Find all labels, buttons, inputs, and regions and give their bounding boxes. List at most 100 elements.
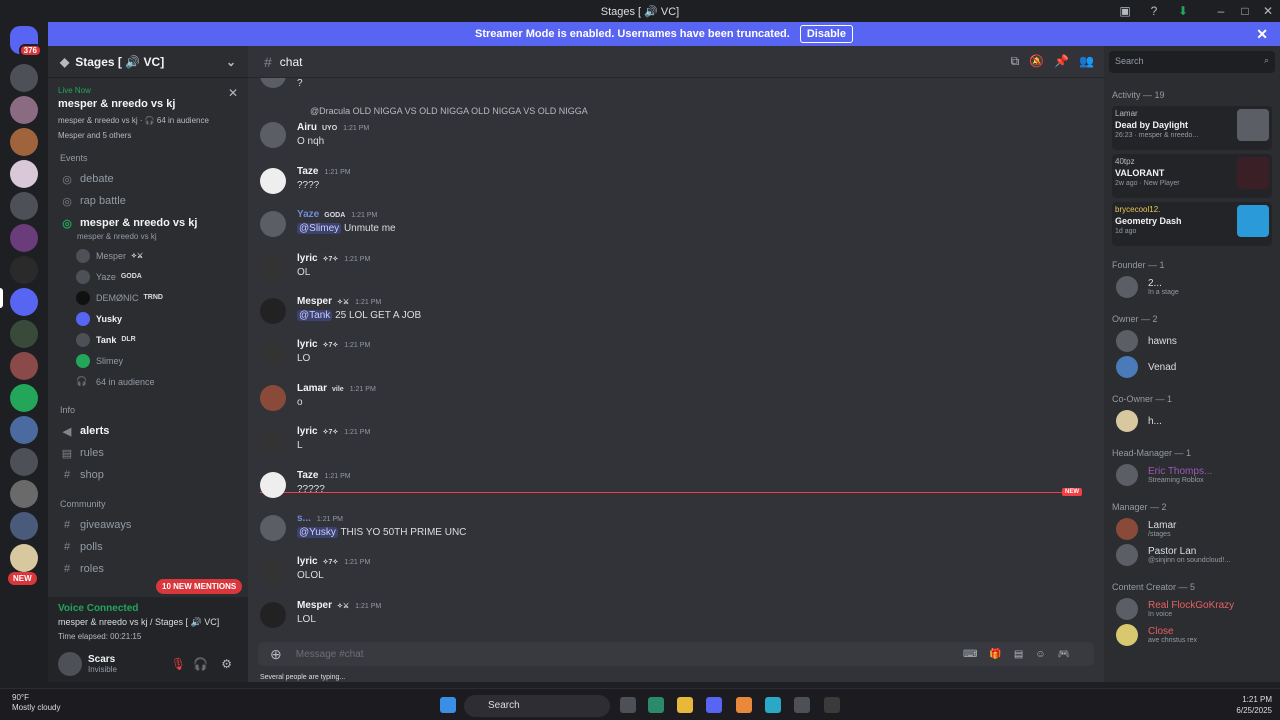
threads-icon[interactable]: ⧉ bbox=[1011, 54, 1020, 69]
channel-shop[interactable]: # shop bbox=[56, 464, 240, 486]
message-author[interactable]: s... 1:21 PM bbox=[297, 513, 343, 524]
task-view-icon[interactable] bbox=[620, 697, 636, 713]
home-button[interactable]: 376 bbox=[10, 26, 42, 57]
channel-roles[interactable]: # roles bbox=[56, 558, 240, 580]
message-author[interactable]: Mesper ✧⚔ 1:21 PM bbox=[297, 600, 381, 611]
avatar[interactable] bbox=[260, 385, 286, 411]
composer-tools-icon[interactable]: ⌨🎁▤☺🎮 bbox=[963, 649, 1082, 660]
message-author[interactable]: lyric ✧7✧ 1:21 PM bbox=[297, 253, 370, 264]
avatar[interactable] bbox=[260, 211, 286, 237]
message-author[interactable]: lyric ✧7✧ 1:21 PM bbox=[297, 339, 370, 350]
category-info[interactable]: Info bbox=[48, 400, 248, 420]
app-icon[interactable] bbox=[736, 697, 752, 713]
channel-polls[interactable]: # polls bbox=[56, 536, 240, 558]
message-author[interactable]: Lamar vile 1:21 PM bbox=[297, 383, 376, 394]
new-unreads-badge[interactable]: NEW bbox=[8, 572, 37, 585]
minimize-icon[interactable]: – bbox=[1213, 3, 1229, 19]
mute-channel-icon[interactable]: 🔕 bbox=[1029, 54, 1044, 69]
reply-preview[interactable]: @Dracula OLD NIGGA VS OLD NIGGA OLD NIGG… bbox=[310, 106, 588, 116]
message-author[interactable]: lyric ✧7✧ 1:21 PM bbox=[297, 426, 370, 437]
clock[interactable]: 1:21 PM 6/25/2025 bbox=[1236, 694, 1272, 716]
member-item[interactable]: h... bbox=[1112, 408, 1272, 434]
server-icon[interactable] bbox=[10, 352, 38, 380]
close-window-icon[interactable]: ✕ bbox=[1260, 3, 1276, 19]
app-icon[interactable] bbox=[824, 697, 840, 713]
message-author[interactable]: Yaze GODA 1:21 PM bbox=[297, 209, 377, 220]
mention[interactable]: @Yusky bbox=[297, 527, 338, 538]
activity-header[interactable]: Activity — 19 bbox=[1112, 90, 1272, 100]
discord-icon[interactable] bbox=[706, 697, 722, 713]
activity-card[interactable]: Lamar Dead by Daylight 26:23 · mesper & nr… bbox=[1112, 106, 1272, 150]
file-explorer-icon[interactable] bbox=[677, 697, 693, 713]
mute-icon[interactable]: 🎙 bbox=[171, 657, 186, 671]
server-icon[interactable] bbox=[10, 128, 38, 156]
audience-count[interactable]: 🎧 64 in audience bbox=[76, 371, 248, 392]
avatar[interactable] bbox=[260, 255, 286, 281]
avatar[interactable] bbox=[58, 652, 82, 676]
server-icon[interactable] bbox=[10, 384, 38, 412]
avatar[interactable] bbox=[260, 428, 286, 454]
headphones-icon[interactable]: 🎧 bbox=[193, 657, 208, 671]
message-author[interactable]: Taze 1:21 PM bbox=[297, 166, 351, 177]
taskbar-search[interactable]: Search bbox=[464, 695, 610, 717]
avatar[interactable] bbox=[260, 122, 286, 148]
help-icon[interactable]: ? bbox=[1146, 3, 1162, 19]
activity-card[interactable]: 40tpz VALORANT 2w ago · New Player bbox=[1112, 154, 1272, 198]
avatar[interactable] bbox=[260, 472, 286, 498]
member-item[interactable]: Venad bbox=[1112, 354, 1272, 380]
close-banner-icon[interactable]: ✕ bbox=[1256, 26, 1268, 43]
server-icon[interactable] bbox=[10, 544, 38, 572]
activity-card[interactable]: brycecool12. Geometry Dash 1d ago bbox=[1112, 202, 1272, 246]
message-input[interactable]: Message #chat bbox=[296, 649, 364, 660]
notepad-icon[interactable] bbox=[794, 697, 810, 713]
member-item[interactable]: Eric Thomps... Streaming Roblox bbox=[1112, 462, 1272, 488]
stage-member[interactable]: Slimey bbox=[76, 350, 248, 371]
server-icon[interactable] bbox=[10, 448, 38, 476]
weather-widget[interactable]: 90°F Mostly cloudy bbox=[12, 693, 60, 713]
close-icon[interactable]: ✕ bbox=[228, 86, 238, 100]
server-icon[interactable] bbox=[10, 160, 38, 188]
channel-debate[interactable]: ◎ debate bbox=[56, 168, 240, 190]
channel-live-stage[interactable]: ◎ mesper & nreedo vs kj bbox=[56, 214, 240, 232]
live-stage-card[interactable]: Live Now mesper & nreedo vs kj mesper & … bbox=[48, 78, 248, 144]
avatar[interactable] bbox=[260, 168, 286, 194]
member-item[interactable]: 2... In a stage bbox=[1112, 274, 1272, 300]
server-icon[interactable] bbox=[10, 96, 38, 124]
member-item[interactable]: Real FlockGoKrazy In voice bbox=[1112, 596, 1272, 622]
avatar[interactable] bbox=[260, 298, 286, 324]
avatar[interactable] bbox=[260, 558, 286, 584]
server-icon[interactable] bbox=[10, 320, 38, 348]
category-events[interactable]: Events bbox=[48, 148, 248, 168]
category-community[interactable]: Community bbox=[48, 494, 248, 514]
maximize-icon[interactable]: □ bbox=[1237, 3, 1253, 19]
stage-member[interactable]: Tank DLR bbox=[76, 329, 248, 350]
member-item[interactable]: Pastor Lan @sinjinn on soundcloud!... bbox=[1112, 542, 1272, 568]
message-author[interactable]: lyric ✧7✧ 1:21 PM bbox=[297, 556, 370, 567]
stage-member[interactable]: Yaze GODA bbox=[76, 266, 248, 287]
message-author[interactable]: Taze 1:21 PM bbox=[297, 470, 351, 481]
message-composer[interactable]: ⊕ Message #chat ⌨🎁▤☺🎮 bbox=[258, 642, 1094, 666]
channel-giveaways[interactable]: # giveaways bbox=[56, 514, 240, 536]
stage-member[interactable]: Mesper ✧⚔ bbox=[76, 245, 248, 266]
message-author[interactable]: Airu UYO 1:21 PM bbox=[297, 122, 369, 133]
server-icon[interactable] bbox=[10, 416, 38, 444]
download-icon[interactable]: ⬇ bbox=[1175, 3, 1191, 19]
message-author[interactable]: Mesper ✧⚔ 1:21 PM bbox=[297, 296, 381, 307]
channel-rap-battle[interactable]: ◎ rap battle bbox=[56, 190, 240, 212]
member-list-icon[interactable]: 👥 bbox=[1079, 54, 1094, 69]
avatar[interactable] bbox=[260, 602, 286, 628]
stage-member[interactable]: DEMØNIC TRND bbox=[76, 287, 248, 308]
disable-button[interactable]: Disable bbox=[799, 25, 853, 43]
search-input[interactable]: Search ⌕ bbox=[1109, 51, 1275, 73]
member-item[interactable]: Close ave christus rex bbox=[1112, 622, 1272, 648]
server-icon[interactable] bbox=[10, 224, 38, 252]
stage-member[interactable]: Yusky bbox=[76, 308, 248, 329]
avatar[interactable] bbox=[260, 341, 286, 367]
start-icon[interactable] bbox=[440, 697, 456, 713]
store-icon[interactable] bbox=[648, 697, 664, 713]
server-icon[interactable] bbox=[10, 512, 38, 540]
server-icon[interactable] bbox=[10, 288, 38, 316]
gear-icon[interactable]: ⚙ bbox=[221, 657, 232, 671]
channel-alerts[interactable]: ◀ alerts bbox=[56, 420, 240, 442]
server-icon[interactable] bbox=[10, 480, 38, 508]
